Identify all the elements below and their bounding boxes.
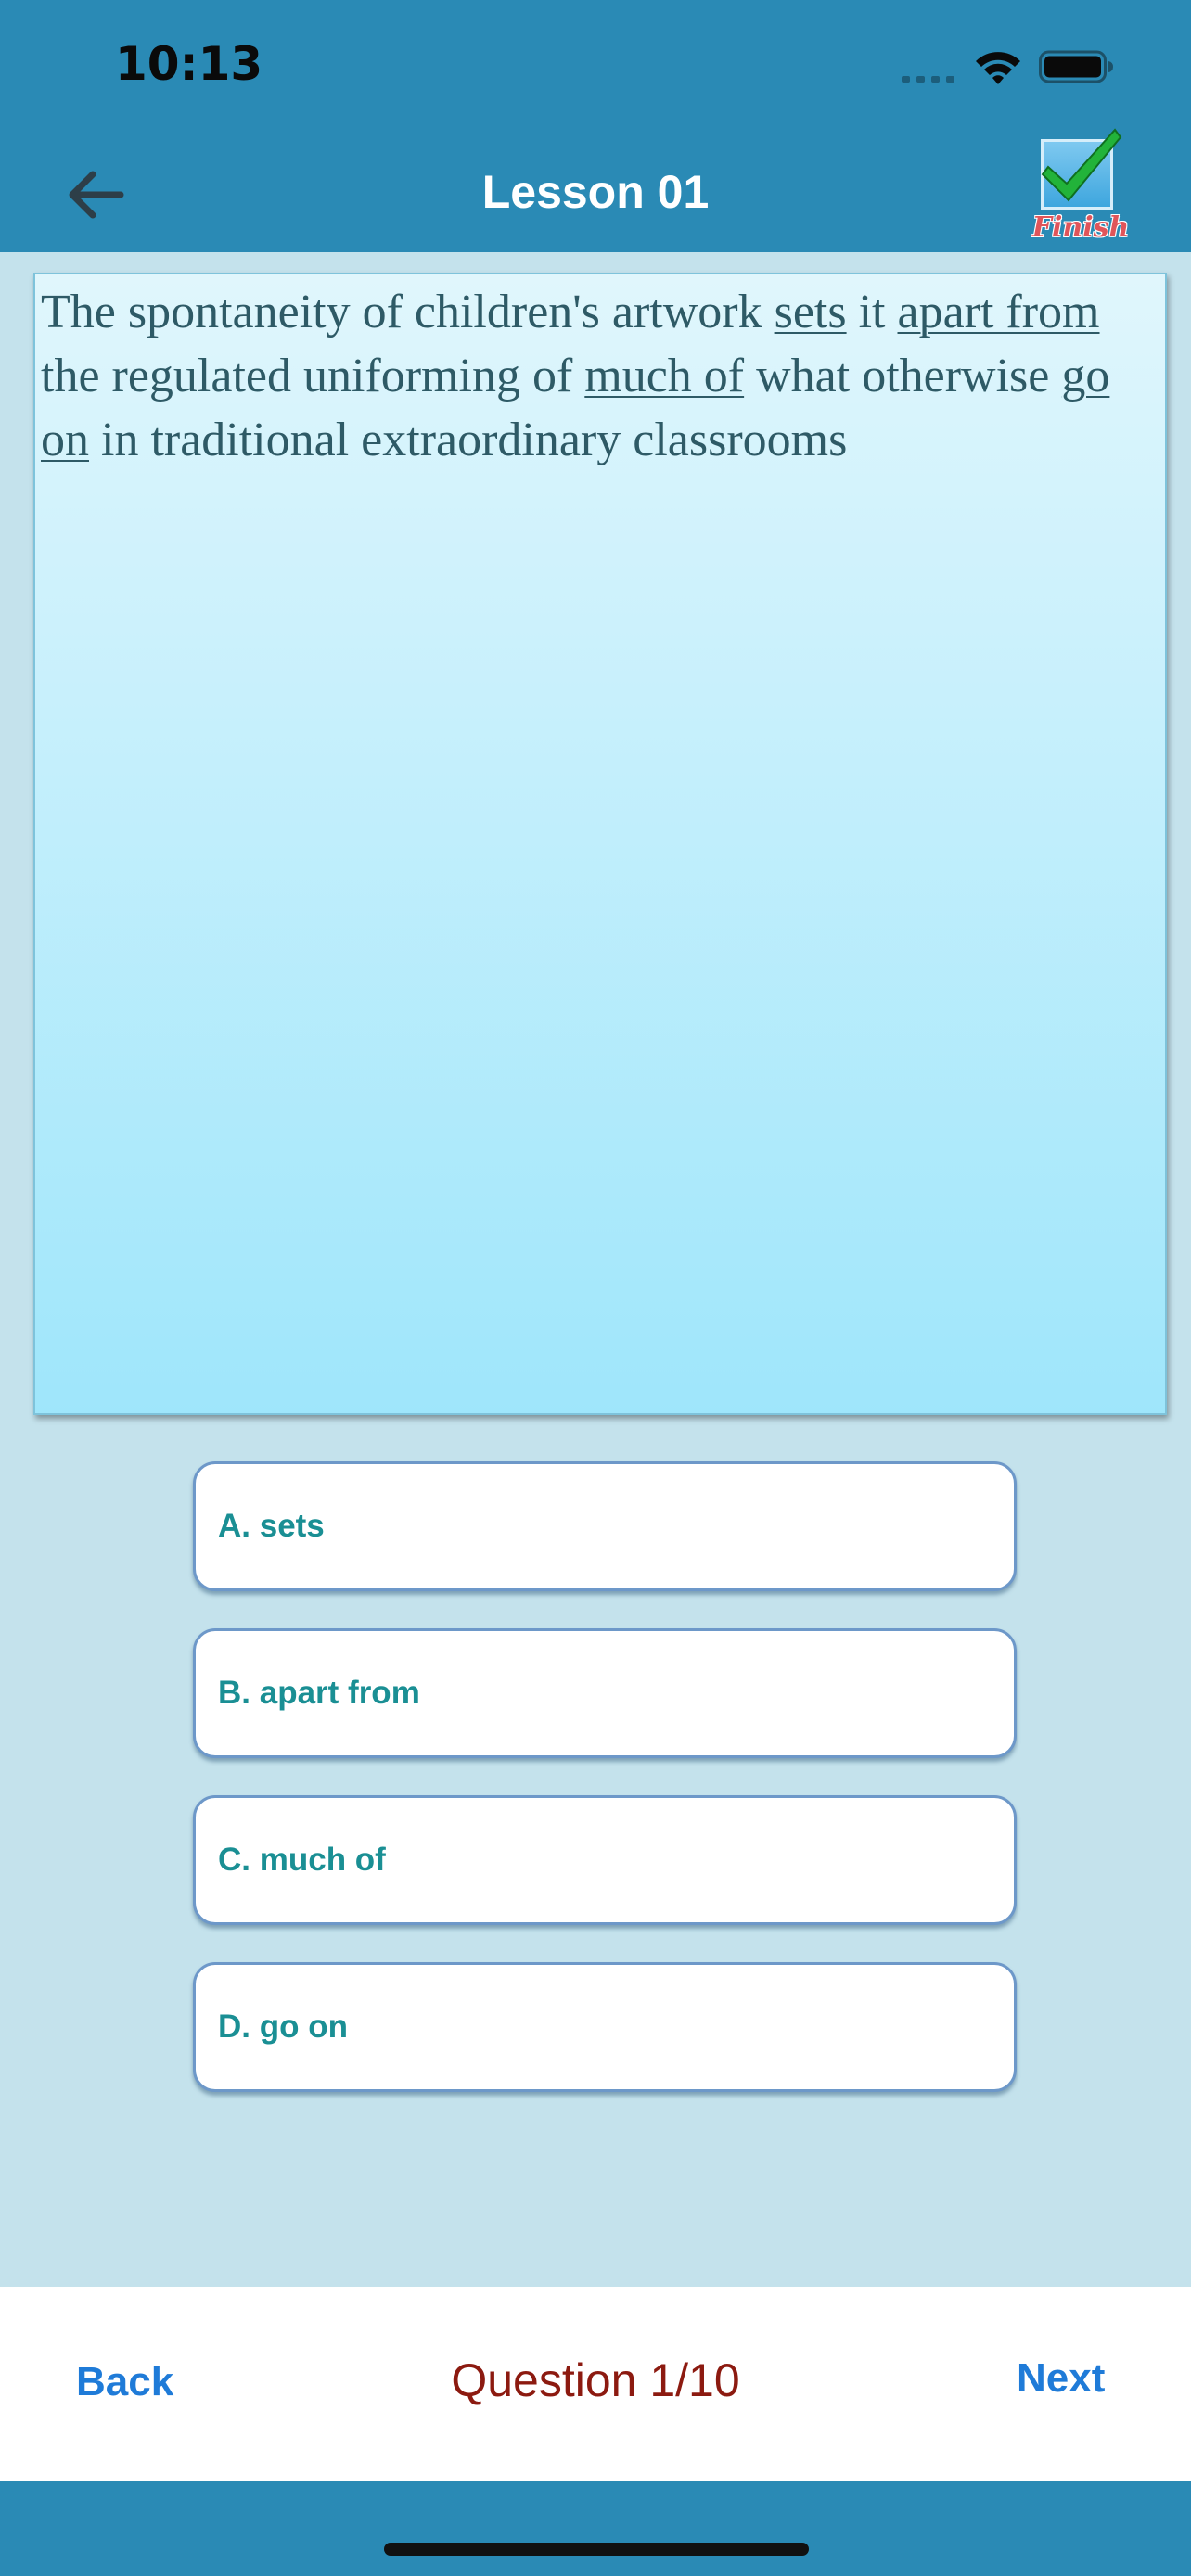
nav-bar: Lesson 01 Finish [0,128,1191,252]
finish-button[interactable]: Finish [1030,128,1132,250]
checkmark-icon [1041,128,1122,202]
question-segment: The spontaneity of children's artwork [41,286,775,338]
footer-bar: Back Question 1/10 Next [0,2287,1191,2481]
option-label: C. much of [218,1842,386,1878]
question-segment: it [846,286,898,338]
question-underlined-segment: sets [774,286,847,338]
cellular-signal-icon [902,76,954,83]
question-segment: the regulated uniforming of [41,350,585,402]
question-underlined-segment: much of [584,350,745,402]
option-label: A. sets [218,1508,325,1544]
status-bar: 10:13 [0,0,1191,139]
option-label: D. go on [218,2009,348,2045]
question-counter: Question 1/10 [451,2354,740,2406]
finish-label: Finish [1031,211,1130,244]
bottom-band [0,2481,1191,2576]
option-d-button[interactable]: D. go on [193,1962,1017,2092]
next-button[interactable]: Next [1017,2355,1105,2402]
battery-icon [1039,50,1113,83]
option-b-button[interactable]: B. apart from [193,1628,1017,1758]
page-title: Lesson 01 [481,166,710,218]
wifi-icon [976,52,1020,84]
home-indicator[interactable] [384,2543,809,2556]
status-time: 10:13 [115,37,263,91]
question-underlined-segment: apart from [897,286,1100,338]
question-segment: what otherwise [744,350,1062,402]
question-segment: in traditional extraordinary classrooms [89,414,848,466]
question-text: The spontaneity of children's artwork se… [41,280,1135,472]
option-label: B. apart from [218,1675,420,1711]
option-a-button[interactable]: A. sets [193,1461,1017,1591]
option-c-button[interactable]: C. much of [193,1795,1017,1925]
question-card: The spontaneity of children's artwork se… [33,273,1167,1415]
